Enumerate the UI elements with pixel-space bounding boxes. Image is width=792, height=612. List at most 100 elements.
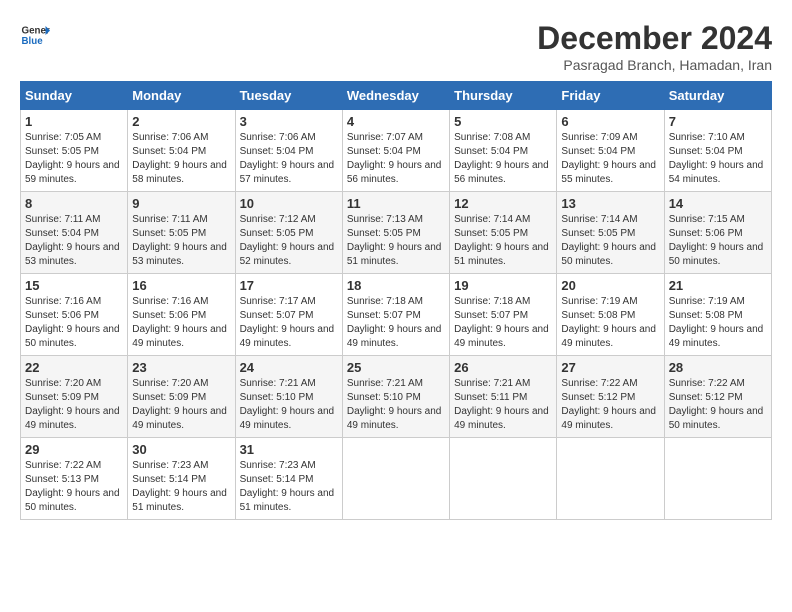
empty-cell xyxy=(450,438,557,520)
week-row-2: 8 Sunrise: 7:11 AM Sunset: 5:04 PM Dayli… xyxy=(21,192,772,274)
day-info: Sunrise: 7:22 AM Sunset: 5:12 PM Dayligh… xyxy=(669,377,767,433)
day-info: Sunrise: 7:12 AM Sunset: 5:05 PM Dayligh… xyxy=(240,213,338,269)
day-info: Sunrise: 7:22 AM Sunset: 5:13 PM Dayligh… xyxy=(25,459,123,515)
day-number: 23 xyxy=(132,360,230,375)
day-cell-6: 6 Sunrise: 7:09 AM Sunset: 5:04 PM Dayli… xyxy=(557,110,664,192)
day-info: Sunrise: 7:16 AM Sunset: 5:06 PM Dayligh… xyxy=(25,295,123,351)
day-number: 29 xyxy=(25,442,123,457)
empty-cell xyxy=(342,438,449,520)
header-thursday: Thursday xyxy=(450,82,557,110)
day-number: 14 xyxy=(669,196,767,211)
header-saturday: Saturday xyxy=(664,82,771,110)
header-sunday: Sunday xyxy=(21,82,128,110)
day-info: Sunrise: 7:06 AM Sunset: 5:04 PM Dayligh… xyxy=(240,131,338,187)
day-info: Sunrise: 7:20 AM Sunset: 5:09 PM Dayligh… xyxy=(25,377,123,433)
day-number: 22 xyxy=(25,360,123,375)
day-number: 20 xyxy=(561,278,659,293)
day-cell-13: 13 Sunrise: 7:14 AM Sunset: 5:05 PM Dayl… xyxy=(557,192,664,274)
day-info: Sunrise: 7:07 AM Sunset: 5:04 PM Dayligh… xyxy=(347,131,445,187)
day-number: 21 xyxy=(669,278,767,293)
empty-cell xyxy=(557,438,664,520)
day-cell-15: 15 Sunrise: 7:16 AM Sunset: 5:06 PM Dayl… xyxy=(21,274,128,356)
day-cell-4: 4 Sunrise: 7:07 AM Sunset: 5:04 PM Dayli… xyxy=(342,110,449,192)
week-row-5: 29 Sunrise: 7:22 AM Sunset: 5:13 PM Dayl… xyxy=(21,438,772,520)
empty-cell xyxy=(664,438,771,520)
day-cell-3: 3 Sunrise: 7:06 AM Sunset: 5:04 PM Dayli… xyxy=(235,110,342,192)
day-number: 30 xyxy=(132,442,230,457)
day-number: 19 xyxy=(454,278,552,293)
day-number: 25 xyxy=(347,360,445,375)
day-number: 18 xyxy=(347,278,445,293)
day-number: 8 xyxy=(25,196,123,211)
location: Pasragad Branch, Hamadan, Iran xyxy=(537,57,772,73)
day-info: Sunrise: 7:13 AM Sunset: 5:05 PM Dayligh… xyxy=(347,213,445,269)
day-cell-7: 7 Sunrise: 7:10 AM Sunset: 5:04 PM Dayli… xyxy=(664,110,771,192)
day-cell-1: 1 Sunrise: 7:05 AM Sunset: 5:05 PM Dayli… xyxy=(21,110,128,192)
day-cell-19: 19 Sunrise: 7:18 AM Sunset: 5:07 PM Dayl… xyxy=(450,274,557,356)
header-monday: Monday xyxy=(128,82,235,110)
day-number: 5 xyxy=(454,114,552,129)
day-info: Sunrise: 7:14 AM Sunset: 5:05 PM Dayligh… xyxy=(561,213,659,269)
header: General Blue December 2024 Pasragad Bran… xyxy=(20,20,772,73)
day-cell-14: 14 Sunrise: 7:15 AM Sunset: 5:06 PM Dayl… xyxy=(664,192,771,274)
day-number: 3 xyxy=(240,114,338,129)
day-info: Sunrise: 7:10 AM Sunset: 5:04 PM Dayligh… xyxy=(669,131,767,187)
day-info: Sunrise: 7:05 AM Sunset: 5:05 PM Dayligh… xyxy=(25,131,123,187)
day-number: 11 xyxy=(347,196,445,211)
day-info: Sunrise: 7:19 AM Sunset: 5:08 PM Dayligh… xyxy=(669,295,767,351)
day-cell-26: 26 Sunrise: 7:21 AM Sunset: 5:11 PM Dayl… xyxy=(450,356,557,438)
day-info: Sunrise: 7:18 AM Sunset: 5:07 PM Dayligh… xyxy=(454,295,552,351)
day-cell-28: 28 Sunrise: 7:22 AM Sunset: 5:12 PM Dayl… xyxy=(664,356,771,438)
day-cell-31: 31 Sunrise: 7:23 AM Sunset: 5:14 PM Dayl… xyxy=(235,438,342,520)
day-cell-2: 2 Sunrise: 7:06 AM Sunset: 5:04 PM Dayli… xyxy=(128,110,235,192)
week-row-3: 15 Sunrise: 7:16 AM Sunset: 5:06 PM Dayl… xyxy=(21,274,772,356)
day-cell-12: 12 Sunrise: 7:14 AM Sunset: 5:05 PM Dayl… xyxy=(450,192,557,274)
day-cell-17: 17 Sunrise: 7:17 AM Sunset: 5:07 PM Dayl… xyxy=(235,274,342,356)
day-number: 27 xyxy=(561,360,659,375)
day-info: Sunrise: 7:14 AM Sunset: 5:05 PM Dayligh… xyxy=(454,213,552,269)
day-number: 15 xyxy=(25,278,123,293)
header-wednesday: Wednesday xyxy=(342,82,449,110)
day-cell-29: 29 Sunrise: 7:22 AM Sunset: 5:13 PM Dayl… xyxy=(21,438,128,520)
header-tuesday: Tuesday xyxy=(235,82,342,110)
day-number: 4 xyxy=(347,114,445,129)
day-number: 26 xyxy=(454,360,552,375)
day-cell-5: 5 Sunrise: 7:08 AM Sunset: 5:04 PM Dayli… xyxy=(450,110,557,192)
day-info: Sunrise: 7:11 AM Sunset: 5:05 PM Dayligh… xyxy=(132,213,230,269)
day-info: Sunrise: 7:06 AM Sunset: 5:04 PM Dayligh… xyxy=(132,131,230,187)
day-cell-16: 16 Sunrise: 7:16 AM Sunset: 5:06 PM Dayl… xyxy=(128,274,235,356)
day-info: Sunrise: 7:09 AM Sunset: 5:04 PM Dayligh… xyxy=(561,131,659,187)
day-number: 6 xyxy=(561,114,659,129)
day-info: Sunrise: 7:16 AM Sunset: 5:06 PM Dayligh… xyxy=(132,295,230,351)
day-cell-18: 18 Sunrise: 7:18 AM Sunset: 5:07 PM Dayl… xyxy=(342,274,449,356)
day-number: 1 xyxy=(25,114,123,129)
day-cell-27: 27 Sunrise: 7:22 AM Sunset: 5:12 PM Dayl… xyxy=(557,356,664,438)
week-row-4: 22 Sunrise: 7:20 AM Sunset: 5:09 PM Dayl… xyxy=(21,356,772,438)
day-cell-21: 21 Sunrise: 7:19 AM Sunset: 5:08 PM Dayl… xyxy=(664,274,771,356)
day-number: 28 xyxy=(669,360,767,375)
day-number: 16 xyxy=(132,278,230,293)
day-number: 7 xyxy=(669,114,767,129)
day-cell-8: 8 Sunrise: 7:11 AM Sunset: 5:04 PM Dayli… xyxy=(21,192,128,274)
day-info: Sunrise: 7:22 AM Sunset: 5:12 PM Dayligh… xyxy=(561,377,659,433)
logo: General Blue xyxy=(20,20,50,50)
day-info: Sunrise: 7:17 AM Sunset: 5:07 PM Dayligh… xyxy=(240,295,338,351)
header-friday: Friday xyxy=(557,82,664,110)
day-number: 24 xyxy=(240,360,338,375)
day-cell-30: 30 Sunrise: 7:23 AM Sunset: 5:14 PM Dayl… xyxy=(128,438,235,520)
day-info: Sunrise: 7:19 AM Sunset: 5:08 PM Dayligh… xyxy=(561,295,659,351)
day-cell-20: 20 Sunrise: 7:19 AM Sunset: 5:08 PM Dayl… xyxy=(557,274,664,356)
svg-text:Blue: Blue xyxy=(22,36,44,47)
day-number: 31 xyxy=(240,442,338,457)
logo-icon: General Blue xyxy=(20,20,50,50)
title-area: December 2024 Pasragad Branch, Hamadan, … xyxy=(537,20,772,73)
week-row-1: 1 Sunrise: 7:05 AM Sunset: 5:05 PM Dayli… xyxy=(21,110,772,192)
day-number: 2 xyxy=(132,114,230,129)
weekday-header-row: Sunday Monday Tuesday Wednesday Thursday… xyxy=(21,82,772,110)
day-info: Sunrise: 7:18 AM Sunset: 5:07 PM Dayligh… xyxy=(347,295,445,351)
calendar: Sunday Monday Tuesday Wednesday Thursday… xyxy=(20,81,772,520)
day-info: Sunrise: 7:11 AM Sunset: 5:04 PM Dayligh… xyxy=(25,213,123,269)
day-info: Sunrise: 7:20 AM Sunset: 5:09 PM Dayligh… xyxy=(132,377,230,433)
day-info: Sunrise: 7:23 AM Sunset: 5:14 PM Dayligh… xyxy=(132,459,230,515)
day-info: Sunrise: 7:08 AM Sunset: 5:04 PM Dayligh… xyxy=(454,131,552,187)
